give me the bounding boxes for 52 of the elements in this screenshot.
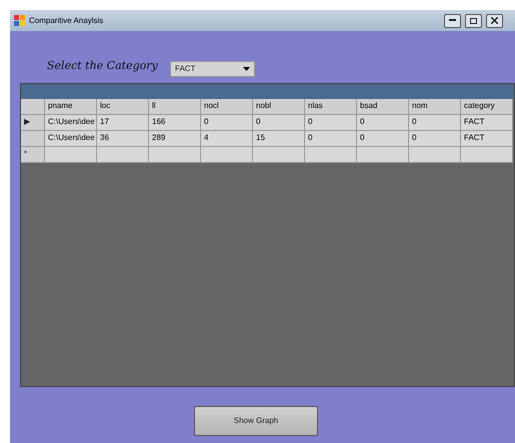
- table-cell[interactable]: 0: [305, 115, 357, 131]
- table-cell[interactable]: 0: [409, 131, 461, 147]
- row-header[interactable]: *: [21, 147, 45, 163]
- minimize-button[interactable]: [444, 14, 461, 28]
- table-cell[interactable]: 0: [357, 131, 409, 147]
- table-cell[interactable]: [45, 147, 97, 163]
- table-cell[interactable]: [253, 147, 305, 163]
- table-cell[interactable]: 36: [97, 131, 149, 147]
- dropdown-arrow-icon: [243, 67, 250, 71]
- table-cell[interactable]: 0: [253, 115, 305, 131]
- table-cell[interactable]: [409, 147, 461, 163]
- close-button[interactable]: [486, 14, 503, 28]
- column-header[interactable]: bsad: [357, 99, 409, 115]
- window-title: Comparitive Anaylsis: [29, 14, 104, 26]
- column-header[interactable]: ll: [149, 99, 201, 115]
- table-cell[interactable]: [357, 147, 409, 163]
- column-header[interactable]: loc: [97, 99, 149, 115]
- table-cell[interactable]: [305, 147, 357, 163]
- table-cell[interactable]: C:\Users\dee: [45, 131, 97, 147]
- table-cell[interactable]: 166: [149, 115, 201, 131]
- minimize-icon: [449, 19, 456, 22]
- category-label: Select the Category: [47, 58, 158, 74]
- close-icon: [491, 17, 498, 24]
- table-cell[interactable]: [461, 147, 513, 163]
- category-dropdown[interactable]: FACT: [170, 61, 255, 77]
- table-cell[interactable]: C:\Users\dee: [45, 115, 97, 131]
- column-header[interactable]: nocl: [201, 99, 253, 115]
- table-cell[interactable]: 0: [201, 115, 253, 131]
- table-cell[interactable]: 0: [357, 115, 409, 131]
- table-cell[interactable]: 0: [409, 115, 461, 131]
- table-cell[interactable]: 15: [253, 131, 305, 147]
- maximize-button[interactable]: [465, 14, 482, 28]
- row-header[interactable]: ▶: [21, 115, 45, 131]
- app-icon: [14, 15, 25, 26]
- column-header[interactable]: category: [461, 99, 513, 115]
- table-cell[interactable]: FACT: [461, 115, 513, 131]
- column-header[interactable]: nobl: [253, 99, 305, 115]
- maximize-icon: [470, 18, 477, 24]
- table-cell[interactable]: [201, 147, 253, 163]
- table-cell[interactable]: 0: [305, 131, 357, 147]
- table-cell[interactable]: FACT: [461, 131, 513, 147]
- table-cell[interactable]: [149, 147, 201, 163]
- column-header[interactable]: nlas: [305, 99, 357, 115]
- show-graph-button[interactable]: Show Graph: [194, 406, 318, 436]
- column-header[interactable]: nom: [409, 99, 461, 115]
- row-header[interactable]: [21, 131, 45, 147]
- table-cell[interactable]: 289: [149, 131, 201, 147]
- table-cell[interactable]: [97, 147, 149, 163]
- table-cell[interactable]: 4: [201, 131, 253, 147]
- row-header: [21, 99, 45, 115]
- table-cell[interactable]: 17: [97, 115, 149, 131]
- column-header[interactable]: pname: [45, 99, 97, 115]
